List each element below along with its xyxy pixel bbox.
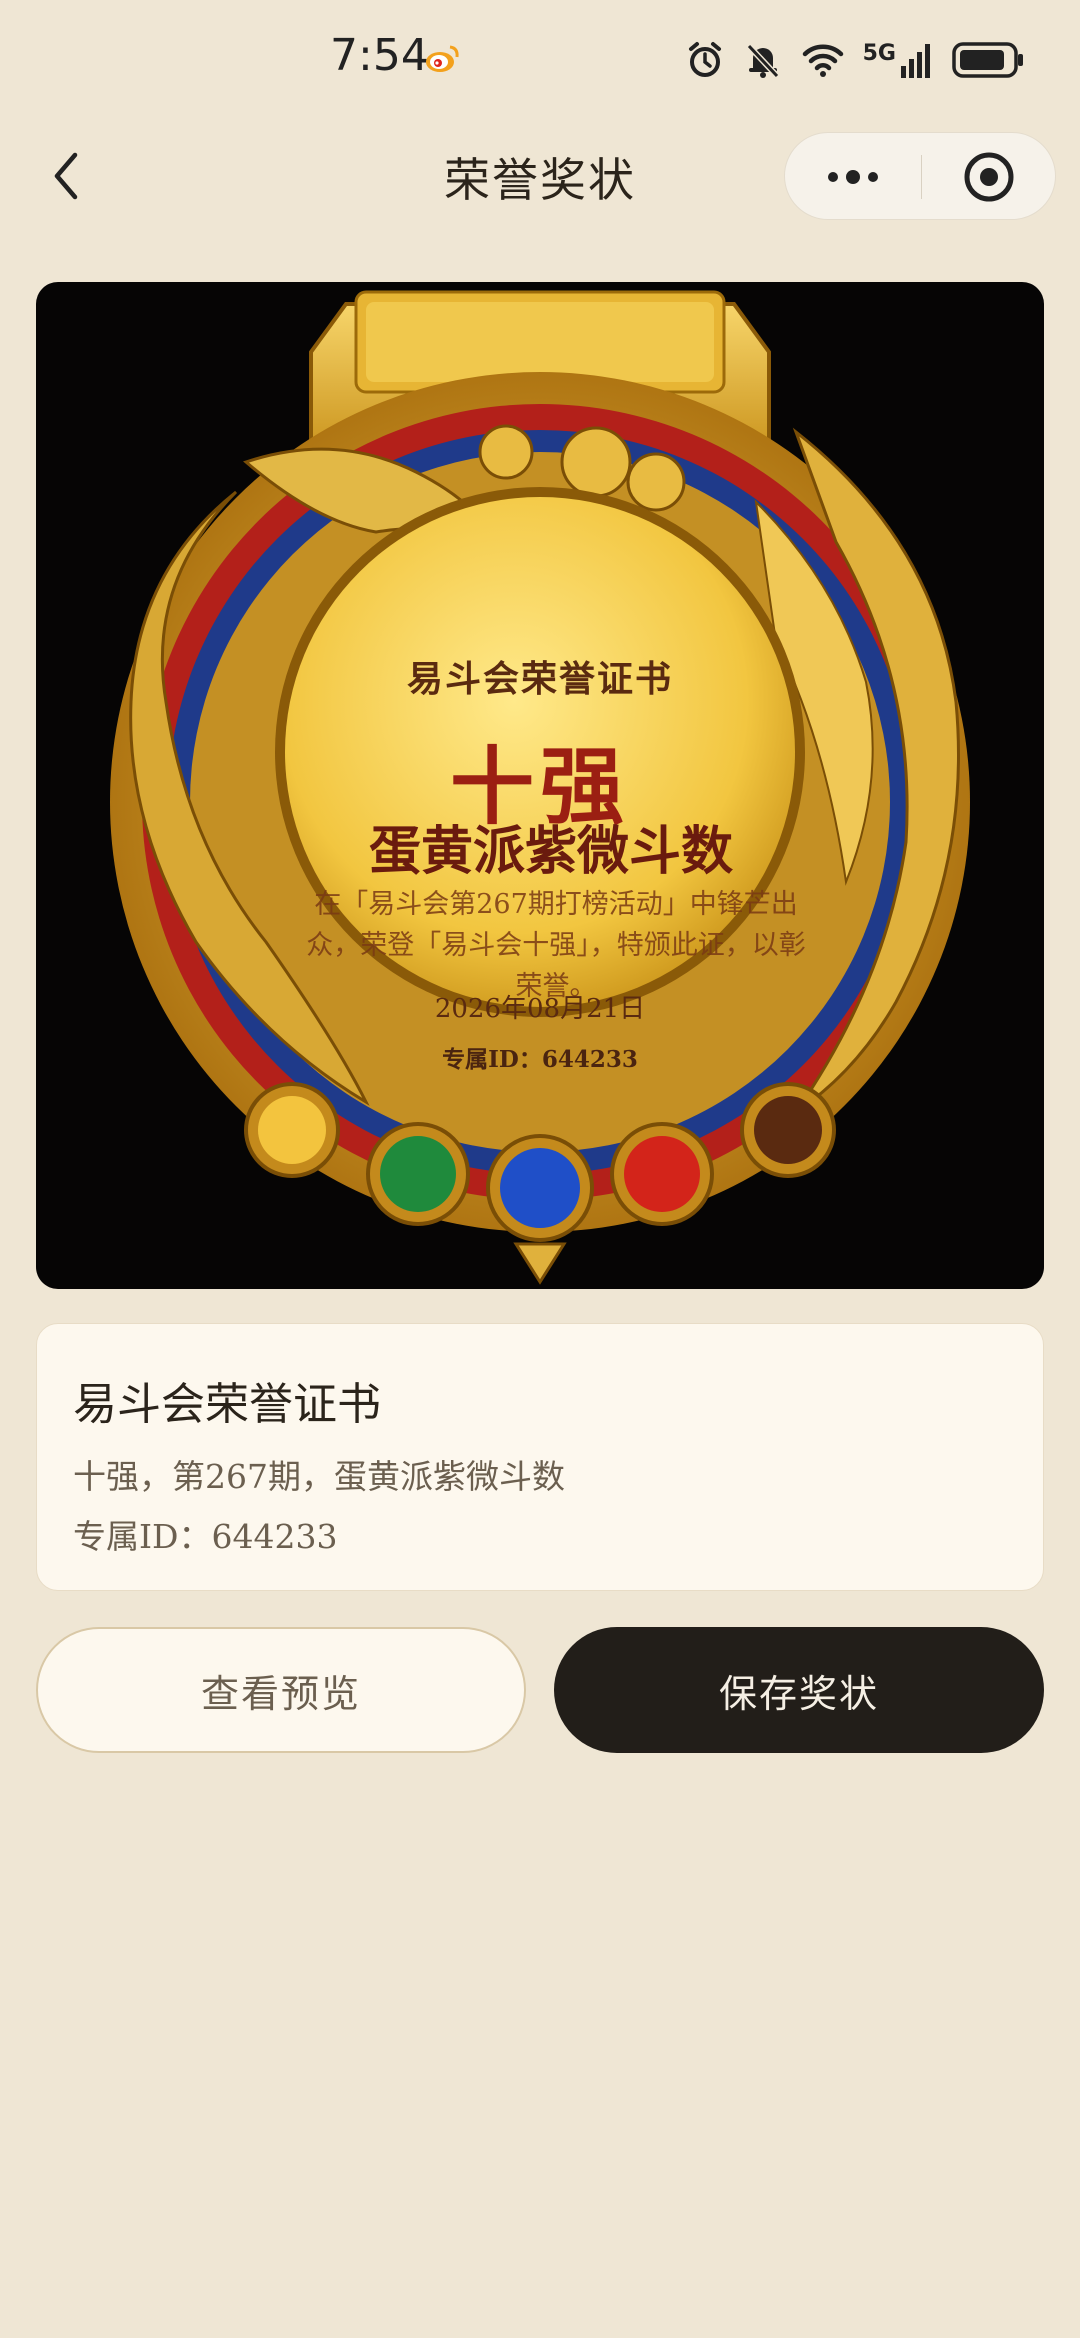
network-type: 5G (862, 40, 896, 66)
info-title: 易斗会荣誉证书 (73, 1379, 381, 1430)
close-button[interactable] (921, 133, 1057, 221)
preview-button[interactable]: 查看预览 (36, 1627, 526, 1753)
medal-exclusive-id: 专属ID：644233 (442, 1046, 638, 1073)
more-button[interactable] (785, 133, 921, 221)
more-dots-icon (828, 170, 878, 184)
mute-bell-icon (746, 43, 779, 79)
battery-icon (952, 42, 1023, 78)
medal-date: 2026年08月21日 (434, 994, 646, 1024)
alarm-icon (688, 42, 721, 77)
signal-icon (901, 44, 930, 78)
medal-cert-title: 易斗会荣誉证书 (406, 658, 673, 700)
weibo-icon (426, 45, 459, 72)
info-detail: 十强，第267期，蛋黄派紫微斗数 (73, 1457, 565, 1496)
status-bar: 7:54 5G (0, 0, 1080, 120)
status-icons: 5G (685, 38, 1024, 82)
medal-certificate-image: 易斗会荣誉证书 十强 蛋黄派紫微斗数 在「易斗会第267期打榜活动」中锋芒出众，… (36, 282, 1044, 1289)
certificate-info-card: 易斗会荣誉证书 十强，第267期，蛋黄派紫微斗数 专属ID：644233 (36, 1323, 1044, 1591)
save-button[interactable]: 保存奖状 (554, 1627, 1044, 1753)
wifi-icon (802, 44, 843, 77)
target-close-icon (964, 152, 1014, 202)
medal-text-overlay: 易斗会荣誉证书 十强 蛋黄派紫微斗数 在「易斗会第267期打榜活动」中锋芒出众，… (36, 282, 1044, 1289)
info-id: 专属ID：644233 (73, 1517, 338, 1556)
medal-recipient-name: 蛋黄派紫微斗数 (368, 821, 733, 882)
nav-bar: 荣誉奖状 (0, 120, 1080, 232)
mini-program-capsule (784, 132, 1056, 220)
status-time: 7:54 (330, 30, 429, 81)
